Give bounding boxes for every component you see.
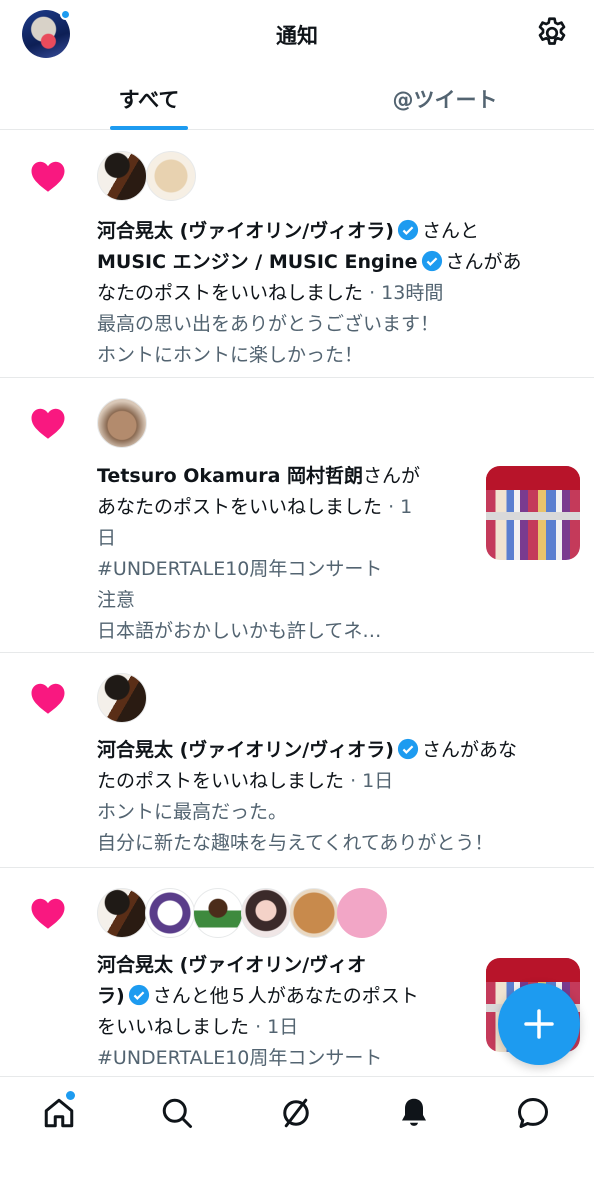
heart-icon xyxy=(31,683,65,714)
avatar[interactable] xyxy=(97,673,147,723)
tab-all[interactable]: すべて xyxy=(110,84,188,114)
timestamp: · 1日 xyxy=(255,1016,299,1038)
timestamp: · 1日 xyxy=(350,770,394,792)
compose-button[interactable] xyxy=(498,983,580,1065)
verified-badge-icon xyxy=(397,738,419,760)
user-name[interactable]: ラ) xyxy=(97,985,125,1007)
bottom-navigation xyxy=(0,1076,594,1200)
post-preview-line: 日本語がおかしいかも許してネ… xyxy=(97,620,382,642)
avatar[interactable] xyxy=(145,888,195,938)
user-name[interactable]: 河合晃太 (ヴァイオリン/ヴィオ xyxy=(97,954,366,976)
avatar[interactable] xyxy=(289,888,339,938)
gear-icon[interactable] xyxy=(534,15,570,51)
unread-indicator-dot xyxy=(60,9,71,20)
verified-badge-icon xyxy=(421,250,442,272)
post-preview-line: 最高の思い出をありがとうございます！ xyxy=(97,313,440,335)
post-preview-line: 自分に新たな趣味を与えてくれてありがとう！ xyxy=(97,832,494,854)
notification-item[interactable]: 河合晃太 (ヴァイオリン/ヴィオラ) さんがあな たのポストをいいねしました · … xyxy=(0,653,594,868)
post-preview-line: ホントに最高だった。 xyxy=(97,801,288,823)
verified-badge-icon xyxy=(397,219,419,241)
verified-badge-icon xyxy=(128,984,149,1006)
user-name[interactable]: MUSIC エンジン / MUSIC Engine xyxy=(97,251,418,273)
messages-icon[interactable] xyxy=(515,1095,551,1131)
avatar[interactable] xyxy=(97,151,147,201)
heart-icon xyxy=(31,898,65,929)
post-preview-line: 注意 xyxy=(97,589,136,611)
home-icon[interactable] xyxy=(41,1095,77,1131)
avatar[interactable] xyxy=(146,151,196,201)
page-title: 通知 xyxy=(276,24,318,48)
heart-icon xyxy=(31,408,65,439)
post-preview-line: ホントにホントに楽しかった！ xyxy=(97,344,364,366)
plus-icon xyxy=(524,1009,554,1039)
post-preview-line: #UNDERTALE10周年コンサート xyxy=(97,1047,383,1069)
tab-mentions[interactable]: @ツイート xyxy=(380,84,510,114)
avatar-group xyxy=(97,888,397,938)
notification-tabs: すべて @ツイート xyxy=(0,70,594,130)
avatar[interactable] xyxy=(193,888,243,938)
active-tab-indicator xyxy=(110,126,188,130)
heart-icon xyxy=(31,161,65,192)
top-bar: 通知 xyxy=(0,0,594,70)
notification-body: 河合晃太 (ヴァイオリン/ヴィオラ) さんと MUSIC エンジン / MUSIC… xyxy=(97,216,577,371)
bell-icon[interactable] xyxy=(396,1095,432,1131)
timestamp: · 13時間 xyxy=(369,282,444,304)
user-name[interactable]: 河合晃太 (ヴァイオリン/ヴィオラ) xyxy=(97,220,394,242)
search-icon[interactable] xyxy=(159,1095,195,1131)
avatar[interactable] xyxy=(97,888,147,938)
post-preview-line: #UNDERTALE10周年コンサート xyxy=(97,558,383,580)
notification-body: 河合晃太 (ヴァイオリン/ヴィオラ) さんがあな たのポストをいいねしました · … xyxy=(97,735,577,859)
avatar[interactable] xyxy=(241,888,291,938)
timestamp: · 1 xyxy=(388,496,413,518)
avatar[interactable] xyxy=(337,888,387,938)
timestamp: 日 xyxy=(97,527,117,549)
notification-body: 河合晃太 (ヴァイオリン/ヴィオ ラ) さんと他５人があなたのポスト をいいねしま… xyxy=(97,950,477,1074)
avatar[interactable] xyxy=(97,398,147,448)
notification-item[interactable]: Tetsuro Okamura 岡村哲朗さんが あなたのポストをいいねしました … xyxy=(0,378,594,653)
notification-body: Tetsuro Okamura 岡村哲朗さんが あなたのポストをいいねしました … xyxy=(97,461,477,647)
user-name[interactable]: 河合晃太 (ヴァイオリン/ヴィオラ) xyxy=(97,739,394,761)
post-media-thumbnail[interactable] xyxy=(486,466,580,560)
notification-item[interactable]: 河合晃太 (ヴァイオリン/ヴィオラ) さんと MUSIC エンジン / MUSIC… xyxy=(0,131,594,378)
unread-indicator-dot xyxy=(66,1091,75,1100)
user-name[interactable]: Tetsuro Okamura 岡村哲朗 xyxy=(97,465,363,487)
spaces-icon[interactable] xyxy=(278,1095,314,1131)
